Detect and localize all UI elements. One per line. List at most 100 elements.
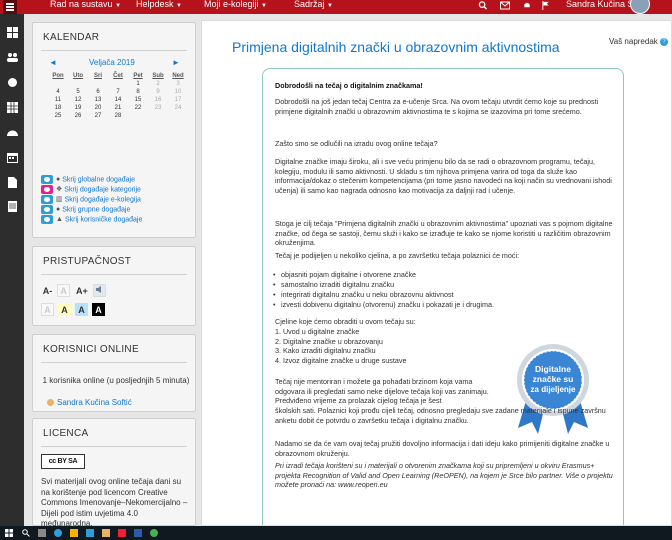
units-intro: Cjeline koje ćemo obraditi u ovom tečaju… xyxy=(275,317,416,326)
context-paragraph: Digitalne značke imaju široku, ali i sve… xyxy=(275,157,612,195)
menu-helpdesk[interactable]: Helpdesk ▼ xyxy=(136,0,182,9)
calendar-day[interactable]: 28 xyxy=(110,113,126,119)
calendar-day[interactable]: 19 xyxy=(70,105,86,111)
reset-font-button[interactable]: A xyxy=(57,284,70,297)
calendar-month-link[interactable]: Veljača 2019 xyxy=(89,58,135,67)
explorer-icon[interactable] xyxy=(70,529,78,537)
calendar-day[interactable]: 26 xyxy=(70,113,86,119)
user-icon: ▲ xyxy=(56,216,63,224)
search-icon[interactable] xyxy=(22,529,30,537)
calendar-day[interactable]: 14 xyxy=(110,97,126,103)
calendar-day[interactable]: 5 xyxy=(70,89,86,95)
bell-icon[interactable] xyxy=(522,1,532,10)
book-icon[interactable] xyxy=(7,201,18,212)
increase-font-button[interactable]: A+ xyxy=(75,284,88,297)
calendar-day[interactable]: 20 xyxy=(90,105,106,111)
previous-month-button[interactable]: ◄ xyxy=(49,58,57,67)
calendar-icon[interactable] xyxy=(7,152,18,163)
calendar-day[interactable]: 3 xyxy=(170,81,186,87)
search-icon[interactable] xyxy=(478,1,488,10)
calendar-day[interactable]: 2 xyxy=(150,81,166,87)
text-to-speech-button[interactable] xyxy=(93,284,106,297)
online-users-block: KORISNICI ONLINE 1 korisnika online (u p… xyxy=(32,334,196,412)
divider xyxy=(41,362,187,363)
badge-text-line: Digitalne xyxy=(535,364,571,374)
dashboard-icon[interactable] xyxy=(7,27,18,38)
chrome-icon[interactable] xyxy=(150,529,158,537)
avatar[interactable] xyxy=(630,0,650,14)
intro-paragraph: Dobrodošli na još jedan tečaj Centra za … xyxy=(275,97,599,116)
calendar-day[interactable]: 25 xyxy=(50,113,66,119)
calendar-block: KALENDAR ◄ Veljača 2019 ► Pon Uto Sri Čet Pe… xyxy=(32,22,196,238)
menu-rad-na-sustavu[interactable]: Rad na sustavu ▼ xyxy=(50,0,121,9)
dashboard-gauge-icon[interactable] xyxy=(7,127,18,138)
event-filter-toggle[interactable]: ● Skrij grupne događaje xyxy=(41,205,130,214)
weekday-label: Uto xyxy=(73,73,83,79)
calendar-day[interactable]: 11 xyxy=(50,97,66,103)
progress-indicator: Vaš napredak ? xyxy=(609,37,669,46)
calendar-day[interactable]: 8 xyxy=(130,89,146,95)
calendar-day[interactable]: 12 xyxy=(70,97,86,103)
calendar-day[interactable]: 6 xyxy=(90,89,106,95)
color-scheme-blue[interactable]: A xyxy=(75,303,88,316)
calendar-day[interactable]: 4 xyxy=(50,89,66,95)
page-title: Primjena digitalnih znački u obrazovnim … xyxy=(232,39,560,55)
weekday-label: Sub xyxy=(152,73,164,79)
users-icon[interactable] xyxy=(7,52,18,63)
unit-item: 1. Uvod u digitalne značke xyxy=(275,327,360,336)
calendar-block-title: KALENDAR xyxy=(43,32,100,43)
divider xyxy=(41,274,187,275)
decrease-font-button[interactable]: A- xyxy=(41,284,54,297)
calendar-day[interactable]: 27 xyxy=(90,113,106,119)
calendar-day[interactable]: 24 xyxy=(170,105,186,111)
file-icon[interactable] xyxy=(7,177,18,188)
calendar-day[interactable]: 10 xyxy=(170,89,186,95)
attribution-paragraph: Pri izradi tečaja korišteni su i materij… xyxy=(275,461,613,490)
event-filter-label: Skrij globalne događaje xyxy=(62,176,136,184)
main-content: Primjena digitalnih znački u obrazovnim … xyxy=(201,20,672,526)
help-icon[interactable]: ? xyxy=(660,37,669,46)
calendar-day[interactable]: 7 xyxy=(110,89,126,95)
word-icon[interactable] xyxy=(134,529,142,537)
unit-item: 2. Digitalne značke u obrazovanju xyxy=(275,336,383,346)
eye-icon xyxy=(41,175,53,184)
calendar-day[interactable]: 18 xyxy=(50,105,66,111)
calendar-day[interactable]: 9 xyxy=(150,89,166,95)
calendar-day[interactable]: 23 xyxy=(150,105,166,111)
task-view-icon[interactable] xyxy=(38,529,46,537)
event-filter-toggle[interactable]: ▲ Skrij korisničke događaje xyxy=(41,215,142,224)
calendar-day[interactable]: 1 xyxy=(130,81,146,87)
edge-icon[interactable] xyxy=(54,529,62,537)
menu-sadrzaj[interactable]: Sadržaj ▼ xyxy=(294,0,333,9)
goal-paragraph: Stoga je cilj tečaja "Primjena digitalni… xyxy=(275,219,613,248)
grades-icon[interactable] xyxy=(7,102,18,113)
divider xyxy=(41,446,187,447)
mail-icon[interactable] xyxy=(500,1,510,10)
calendar-day[interactable]: 16 xyxy=(150,97,166,103)
event-filter-toggle[interactable]: ● Skrij globalne događaje xyxy=(41,175,135,184)
why-paragraph: Zašto smo se odlučili na izradu ovog onl… xyxy=(275,139,438,148)
menu-moji-e-kolegiji[interactable]: Moji e-kolegiji ▼ xyxy=(204,0,267,9)
windows-start-icon[interactable] xyxy=(5,529,13,537)
event-filter-toggle[interactable]: ❖ Skrij događaje kategorije xyxy=(41,185,141,194)
calendar-day[interactable]: 13 xyxy=(90,97,106,103)
store-icon[interactable] xyxy=(86,529,94,537)
unit-item: 4. Izvoz digitalne značke u druge sustav… xyxy=(275,355,407,365)
online-user-link[interactable]: Sandra Kučina Softić xyxy=(47,398,132,407)
calendar-day[interactable]: 21 xyxy=(110,105,126,111)
cc-license-badge[interactable]: cc BY SA xyxy=(41,454,85,469)
next-month-button[interactable]: ► xyxy=(172,58,180,67)
color-scheme-default[interactable]: A xyxy=(41,303,54,316)
calendar-day[interactable]: 15 xyxy=(130,97,146,103)
event-filter-toggle[interactable]: ▥ Skrij događaje e-kolegija xyxy=(41,195,141,204)
badge-icon[interactable] xyxy=(7,77,18,88)
calendar-day[interactable]: 22 xyxy=(130,105,146,111)
online-users-block-title: KORISNICI ONLINE xyxy=(43,344,139,355)
color-scheme-black[interactable]: A xyxy=(92,303,105,316)
menu-toggle-button[interactable] xyxy=(3,0,17,14)
app-icon[interactable] xyxy=(118,529,126,537)
folder-icon[interactable] xyxy=(102,529,110,537)
flag-icon[interactable] xyxy=(541,1,551,10)
color-scheme-yellow[interactable]: A xyxy=(58,303,71,316)
calendar-day[interactable]: 17 xyxy=(170,97,186,103)
